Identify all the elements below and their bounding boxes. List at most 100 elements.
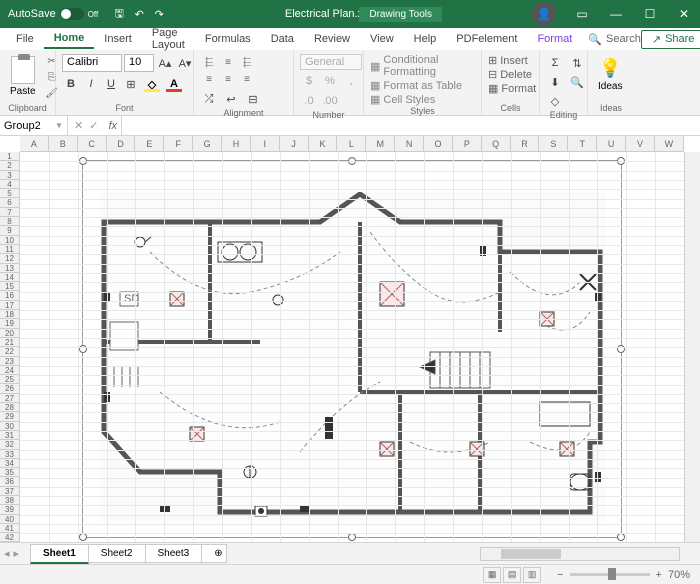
number-format-select[interactable]: General xyxy=(300,54,362,70)
row-header[interactable]: 27 xyxy=(0,394,19,403)
row-header[interactable]: 33 xyxy=(0,450,19,459)
row-header[interactable]: 41 xyxy=(0,524,19,533)
tab-help[interactable]: Help xyxy=(404,30,447,48)
tab-format[interactable]: Format xyxy=(527,30,582,48)
col-header[interactable]: T xyxy=(568,136,597,151)
bold-button[interactable]: B xyxy=(62,75,80,93)
conditional-formatting-button[interactable]: ▦Conditional Formatting xyxy=(370,54,475,78)
orientation-icon[interactable]: ⤮ xyxy=(200,90,218,108)
tab-formulas[interactable]: Formulas xyxy=(195,30,261,48)
row-header[interactable]: 34 xyxy=(0,459,19,468)
format-as-table-button[interactable]: ▦Format as Table xyxy=(370,79,475,92)
row-header[interactable]: 8 xyxy=(0,217,19,226)
increase-decimal-icon[interactable]: .0 xyxy=(300,92,318,110)
sheet-next-icon[interactable]: ▸ xyxy=(14,547,20,560)
row-header[interactable]: 13 xyxy=(0,264,19,273)
ribbon-options-icon[interactable]: ▭ xyxy=(566,0,598,28)
col-header[interactable]: H xyxy=(222,136,251,151)
row-header[interactable]: 28 xyxy=(0,403,19,412)
row-header[interactable]: 5 xyxy=(0,189,19,198)
tab-pdfelement[interactable]: PDFelement xyxy=(446,30,527,48)
row-header[interactable]: 16 xyxy=(0,291,19,300)
font-name-select[interactable]: Calibri xyxy=(62,54,122,72)
grow-font-icon[interactable]: A▴ xyxy=(156,54,174,72)
autosave-toggle[interactable]: AutoSave Off xyxy=(0,8,106,20)
row-header[interactable]: 37 xyxy=(0,487,19,496)
align-top-icon[interactable]: ⬱ xyxy=(200,54,218,70)
col-header[interactable]: I xyxy=(251,136,280,151)
row-header[interactable]: 30 xyxy=(0,422,19,431)
col-header[interactable]: O xyxy=(424,136,453,151)
col-header[interactable]: L xyxy=(337,136,366,151)
resize-handle-e[interactable] xyxy=(617,345,625,353)
row-header[interactable]: 2 xyxy=(0,161,19,170)
fill-icon[interactable]: ⬇ xyxy=(546,73,564,91)
font-color-button[interactable]: A xyxy=(164,75,184,93)
col-header[interactable]: V xyxy=(626,136,655,151)
col-header[interactable]: A xyxy=(20,136,49,151)
tab-review[interactable]: Review xyxy=(304,30,360,48)
page-layout-view-icon[interactable]: ▤ xyxy=(503,567,521,583)
find-icon[interactable]: 🔍 xyxy=(568,73,586,91)
row-header[interactable]: 17 xyxy=(0,301,19,310)
fx-icon[interactable]: fx xyxy=(104,120,121,132)
zoom-in-icon[interactable]: + xyxy=(656,569,662,581)
sheet-tab-3[interactable]: Sheet3 xyxy=(145,544,203,563)
fill-color-button[interactable]: ◇ xyxy=(142,75,162,93)
row-header[interactable]: 18 xyxy=(0,310,19,319)
save-icon[interactable]: 🖫 xyxy=(112,7,126,21)
page-break-view-icon[interactable]: ▥ xyxy=(523,567,541,583)
autosum-icon[interactable]: Σ xyxy=(546,54,564,72)
account-avatar[interactable]: 👤 xyxy=(532,2,556,26)
row-header[interactable]: 7 xyxy=(0,208,19,217)
cells-area[interactable]: SD xyxy=(20,152,684,554)
italic-button[interactable]: I xyxy=(82,75,100,93)
row-header[interactable]: 15 xyxy=(0,282,19,291)
row-header[interactable]: 31 xyxy=(0,431,19,440)
zoom-out-icon[interactable]: − xyxy=(557,569,563,581)
wrap-text-icon[interactable]: ↩ xyxy=(222,90,240,108)
row-header[interactable]: 40 xyxy=(0,515,19,524)
tab-insert[interactable]: Insert xyxy=(94,30,142,48)
row-header[interactable]: 4 xyxy=(0,180,19,189)
row-header[interactable]: 38 xyxy=(0,496,19,505)
tab-data[interactable]: Data xyxy=(261,30,304,48)
currency-icon[interactable]: $ xyxy=(300,72,318,90)
row-header[interactable]: 23 xyxy=(0,357,19,366)
normal-view-icon[interactable]: ▦ xyxy=(483,567,501,583)
row-header[interactable]: 11 xyxy=(0,245,19,254)
col-header[interactable]: R xyxy=(511,136,540,151)
col-header[interactable]: B xyxy=(49,136,78,151)
col-header[interactable]: W xyxy=(655,136,684,151)
percent-icon[interactable]: % xyxy=(321,72,339,90)
comma-icon[interactable]: , xyxy=(342,72,360,90)
close-icon[interactable]: ✕ xyxy=(668,0,700,28)
col-header[interactable]: J xyxy=(280,136,309,151)
row-header[interactable]: 3 xyxy=(0,171,19,180)
minimize-icon[interactable]: — xyxy=(600,0,632,28)
row-header[interactable]: 24 xyxy=(0,366,19,375)
delete-cells-button[interactable]: ⊟Delete xyxy=(488,68,536,81)
row-header[interactable]: 25 xyxy=(0,375,19,384)
clear-icon[interactable]: ◇ xyxy=(546,92,564,110)
name-box[interactable]: Group2 ▼ xyxy=(0,116,68,135)
col-header[interactable]: K xyxy=(309,136,338,151)
align-bottom-icon[interactable]: ⬱ xyxy=(238,54,256,70)
sheet-prev-icon[interactable]: ◂ xyxy=(4,547,10,560)
underline-button[interactable]: U xyxy=(102,75,120,93)
cell-styles-button[interactable]: ▦Cell Styles xyxy=(370,93,475,106)
row-header[interactable]: 35 xyxy=(0,468,19,477)
col-header[interactable]: G xyxy=(193,136,222,151)
maximize-icon[interactable]: ☐ xyxy=(634,0,666,28)
row-header[interactable]: 26 xyxy=(0,384,19,393)
sheet-tab-2[interactable]: Sheet2 xyxy=(88,544,146,563)
sort-filter-icon[interactable]: ⇅ xyxy=(568,54,586,72)
col-header[interactable]: D xyxy=(107,136,136,151)
row-header[interactable]: 32 xyxy=(0,440,19,449)
col-header[interactable]: U xyxy=(597,136,626,151)
zoom-level[interactable]: 70% xyxy=(668,569,690,581)
row-header[interactable]: 1 xyxy=(0,152,19,161)
insert-cells-button[interactable]: ⊞Insert xyxy=(488,54,536,67)
col-header[interactable]: S xyxy=(539,136,568,151)
decrease-decimal-icon[interactable]: .00 xyxy=(321,92,339,110)
